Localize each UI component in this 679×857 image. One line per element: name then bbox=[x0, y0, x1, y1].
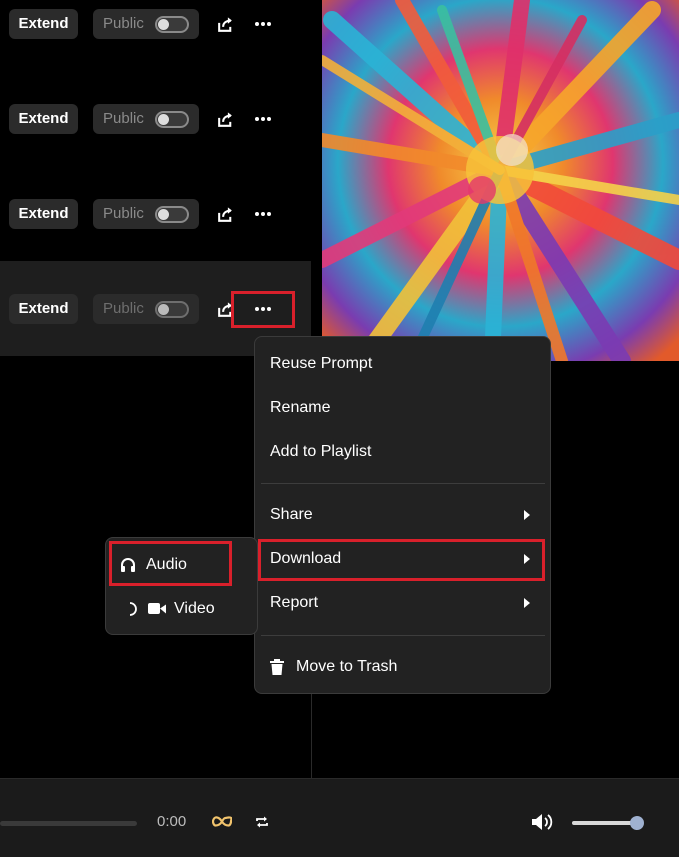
public-toggle[interactable]: Public bbox=[93, 104, 199, 134]
public-switch[interactable] bbox=[155, 111, 189, 128]
infinity-loop-icon[interactable] bbox=[212, 816, 232, 827]
public-switch[interactable] bbox=[155, 16, 189, 33]
menu-separator bbox=[261, 635, 545, 636]
download-submenu: Audio Video bbox=[105, 537, 258, 635]
menu-item-share[interactable]: Share bbox=[255, 495, 550, 535]
extend-button[interactable]: Extend bbox=[9, 104, 78, 134]
submenu-item-label: Audio bbox=[146, 556, 187, 573]
menu-item-report[interactable]: Report bbox=[255, 583, 550, 623]
public-label: Public bbox=[103, 300, 144, 317]
repeat-icon[interactable] bbox=[255, 815, 269, 829]
public-switch[interactable] bbox=[155, 301, 189, 318]
menu-item-label: Report bbox=[270, 594, 319, 611]
switch-knob bbox=[158, 19, 169, 30]
switch-knob bbox=[158, 304, 169, 315]
player-bar: 0:00 bbox=[0, 778, 679, 857]
menu-item-rename[interactable]: Rename bbox=[255, 388, 550, 428]
public-toggle[interactable]: Public bbox=[93, 199, 199, 229]
more-options-icon[interactable] bbox=[248, 12, 278, 36]
chevron-right-icon bbox=[524, 554, 530, 564]
volume-slider-knob[interactable] bbox=[630, 816, 644, 830]
more-options-icon[interactable] bbox=[248, 297, 278, 321]
video-camera-icon bbox=[148, 603, 166, 614]
more-options-icon[interactable] bbox=[248, 202, 278, 226]
menu-item-label: Download bbox=[270, 550, 342, 567]
menu-item-label: Rename bbox=[270, 399, 331, 416]
trash-icon bbox=[270, 659, 284, 675]
switch-knob bbox=[158, 209, 169, 220]
volume-icon[interactable] bbox=[531, 813, 553, 831]
menu-item-move-to-trash[interactable]: Move to Trash bbox=[255, 647, 550, 687]
current-time: 0:00 bbox=[157, 813, 187, 830]
share-icon[interactable] bbox=[216, 300, 235, 319]
chevron-right-icon bbox=[524, 510, 530, 520]
song-artwork[interactable] bbox=[322, 0, 679, 361]
menu-item-download[interactable]: Download bbox=[255, 539, 550, 579]
extend-button[interactable]: Extend bbox=[9, 294, 78, 324]
public-switch[interactable] bbox=[155, 206, 189, 223]
menu-separator bbox=[261, 483, 545, 484]
public-toggle[interactable]: Public bbox=[93, 294, 199, 324]
submenu-item-video[interactable]: Video bbox=[106, 591, 257, 627]
menu-item-add-to-playlist[interactable]: Add to Playlist bbox=[255, 432, 550, 472]
menu-item-label: Reuse Prompt bbox=[270, 355, 373, 372]
public-label: Public bbox=[103, 15, 144, 32]
public-label: Public bbox=[103, 205, 144, 222]
share-icon[interactable] bbox=[216, 15, 235, 34]
loading-spinner-icon bbox=[129, 602, 137, 616]
submenu-item-label: Video bbox=[174, 600, 215, 617]
volume-slider[interactable] bbox=[572, 821, 638, 825]
menu-item-label: Move to Trash bbox=[296, 658, 398, 675]
share-icon[interactable] bbox=[216, 110, 235, 129]
public-toggle[interactable]: Public bbox=[93, 9, 199, 39]
submenu-item-audio[interactable]: Audio bbox=[106, 547, 257, 583]
extend-button[interactable]: Extend bbox=[9, 9, 78, 39]
song-row: Extend Public bbox=[0, 95, 311, 190]
chevron-right-icon bbox=[524, 598, 530, 608]
more-options-icon[interactable] bbox=[248, 107, 278, 131]
public-label: Public bbox=[103, 110, 144, 127]
song-row: Extend Public bbox=[0, 0, 311, 95]
extend-button[interactable]: Extend bbox=[9, 199, 78, 229]
progress-bar[interactable] bbox=[0, 821, 137, 826]
share-icon[interactable] bbox=[216, 205, 235, 224]
headphones-icon bbox=[121, 558, 135, 572]
menu-item-label: Share bbox=[270, 506, 313, 523]
switch-knob bbox=[158, 114, 169, 125]
menu-item-reuse-prompt[interactable]: Reuse Prompt bbox=[255, 344, 550, 384]
song-context-menu: Reuse Prompt Rename Add to Playlist Shar… bbox=[254, 336, 551, 694]
menu-item-label: Add to Playlist bbox=[270, 443, 372, 460]
